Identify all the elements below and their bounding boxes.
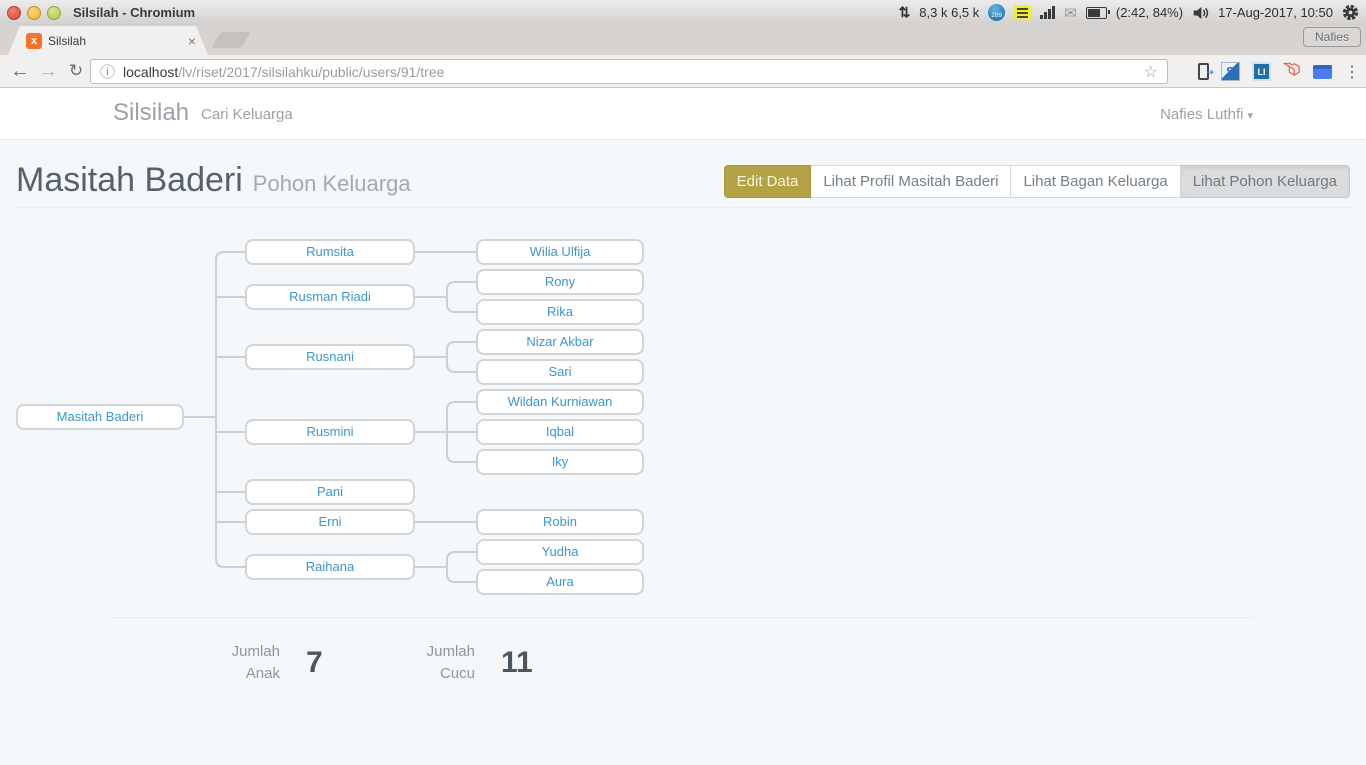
- bookmarks-extension-icon[interactable]: [1313, 65, 1332, 79]
- tab-close-icon[interactable]: ×: [188, 34, 196, 48]
- browser-toolbar: ← → ↻ ⓘ localhost/lv/riset/2017/silsilah…: [0, 55, 1366, 88]
- site-navbar: Silsilah Cari Keluarga Nafies Luthfi ▾: [0, 88, 1366, 140]
- user-menu-label: Nafies Luthfi: [1160, 106, 1243, 123]
- laravel-extension-icon[interactable]: [1283, 61, 1301, 82]
- page-subtitle: Pohon Keluarga: [253, 171, 411, 196]
- tree-node-wildan-kurniawan[interactable]: Wildan Kurniawan: [476, 389, 644, 415]
- lihat-pohon-button[interactable]: Lihat Pohon Keluarga: [1181, 165, 1350, 198]
- tree-node-wilia-ulfija[interactable]: Wilia Ulfija: [476, 239, 644, 265]
- gear-icon[interactable]: [1342, 4, 1359, 21]
- browser-menu-icon[interactable]: ⋮: [1344, 62, 1360, 82]
- forward-icon: →: [36, 57, 60, 85]
- url-text: localhost/lv/riset/2017/silsilahku/publi…: [123, 64, 444, 80]
- site-brand-link[interactable]: Silsilah: [113, 99, 189, 127]
- window-title: Silsilah - Chromium: [73, 5, 195, 20]
- task-list-icon[interactable]: [1014, 5, 1031, 20]
- lihat-profil-button[interactable]: Lihat Profil Masitah Baderi: [811, 165, 1011, 198]
- window-controls: [7, 6, 61, 20]
- url-path: /lv/riset/2017/silsilahku/public/users/9…: [178, 64, 444, 80]
- window-maximize-button[interactable]: [47, 6, 61, 20]
- nav-link-cari-keluarga[interactable]: Cari Keluarga: [201, 106, 293, 123]
- tab-title: Silsilah: [48, 34, 188, 48]
- tree-node-rumsita[interactable]: Rumsita: [245, 239, 415, 265]
- xampp-favicon-icon: x: [26, 33, 42, 49]
- stat-anak-label: JumlahAnak: [160, 641, 280, 685]
- tree-node-rusnani[interactable]: Rusnani: [245, 344, 415, 370]
- tree-node-iky[interactable]: Iky: [476, 449, 644, 475]
- tree-node-rony[interactable]: Rony: [476, 269, 644, 295]
- stats-divider: [113, 617, 1253, 618]
- screen: Silsilah - Chromium ⇅ 8,3 k 6,5 k 289 ✉ …: [0, 0, 1366, 765]
- stat-cucu-value: 11: [501, 646, 533, 680]
- back-icon[interactable]: ←: [8, 57, 32, 85]
- tree-node-iqbal[interactable]: Iqbal: [476, 419, 644, 445]
- stat-anak-value: 7: [306, 646, 323, 680]
- signal-strength-icon[interactable]: [1040, 6, 1055, 19]
- heading-divider: [15, 207, 1351, 208]
- clock-label: 17-Aug-2017, 10:50: [1218, 5, 1333, 20]
- page-title: Masitah Baderi Pohon Keluarga: [16, 161, 411, 200]
- battery-icon[interactable]: [1086, 7, 1107, 19]
- tree-node-raihana[interactable]: Raihana: [245, 554, 415, 580]
- person-name: Masitah Baderi: [16, 161, 243, 199]
- tab-strip: x Silsilah × Nafies: [0, 25, 1366, 55]
- action-button-group: Edit Data Lihat Profil Masitah Baderi Li…: [724, 165, 1350, 198]
- extension-s-icon[interactable]: S: [1221, 62, 1240, 81]
- tree-node-masitah-baderi[interactable]: Masitah Baderi: [16, 404, 184, 430]
- mail-icon[interactable]: ✉: [1064, 4, 1077, 22]
- url-host: localhost: [123, 64, 178, 80]
- tree-node-rusmini[interactable]: Rusmini: [245, 419, 415, 445]
- user-menu-dropdown[interactable]: Nafies Luthfi ▾: [1160, 106, 1253, 123]
- tab-silsilah[interactable]: x Silsilah ×: [8, 26, 208, 55]
- volume-icon[interactable]: [1192, 6, 1209, 20]
- edit-data-button[interactable]: Edit Data: [724, 165, 812, 198]
- extension-li-icon[interactable]: LI: [1252, 62, 1271, 81]
- os-title-bar: Silsilah - Chromium ⇅ 8,3 k 6,5 k 289 ✉ …: [0, 0, 1366, 25]
- chevron-down-icon: ▾: [1247, 110, 1253, 122]
- network-rate-label: 8,3 k 6,5 k: [919, 5, 979, 20]
- lihat-bagan-button[interactable]: Lihat Bagan Keluarga: [1011, 165, 1180, 198]
- tree-node-aura[interactable]: Aura: [476, 569, 644, 595]
- app-badge-icon[interactable]: 289: [988, 4, 1005, 21]
- send-to-device-icon[interactable]: [1198, 63, 1209, 80]
- network-traffic-icon[interactable]: ⇅: [899, 4, 911, 21]
- tree-node-erni[interactable]: Erni: [245, 509, 415, 535]
- window-close-button[interactable]: [7, 6, 21, 20]
- new-tab-button[interactable]: [211, 32, 251, 48]
- tree-node-nizar-akbar[interactable]: Nizar Akbar: [476, 329, 644, 355]
- extension-icons: S LI ⋮: [1198, 59, 1360, 84]
- address-bar[interactable]: ⓘ localhost/lv/riset/2017/silsilahku/pub…: [90, 59, 1168, 84]
- tree-node-rusman-riadi[interactable]: Rusman Riadi: [245, 284, 415, 310]
- browser-profile-button[interactable]: Nafies: [1303, 27, 1361, 47]
- reload-icon[interactable]: ↻: [64, 57, 88, 85]
- window-minimize-button[interactable]: [27, 6, 41, 20]
- tree-node-sari[interactable]: Sari: [476, 359, 644, 385]
- stat-cucu-label: JumlahCucu: [355, 641, 475, 685]
- tree-node-yudha[interactable]: Yudha: [476, 539, 644, 565]
- battery-status-label: (2:42, 84%): [1116, 5, 1183, 20]
- tree-node-pani[interactable]: Pani: [245, 479, 415, 505]
- tree-node-robin[interactable]: Robin: [476, 509, 644, 535]
- bookmark-star-icon[interactable]: ☆: [1144, 62, 1158, 82]
- system-tray: ⇅ 8,3 k 6,5 k 289 ✉ (2:42, 84%) 17-Aug-2…: [899, 4, 1366, 22]
- tree-node-rika[interactable]: Rika: [476, 299, 644, 325]
- page-info-icon[interactable]: ⓘ: [100, 61, 115, 82]
